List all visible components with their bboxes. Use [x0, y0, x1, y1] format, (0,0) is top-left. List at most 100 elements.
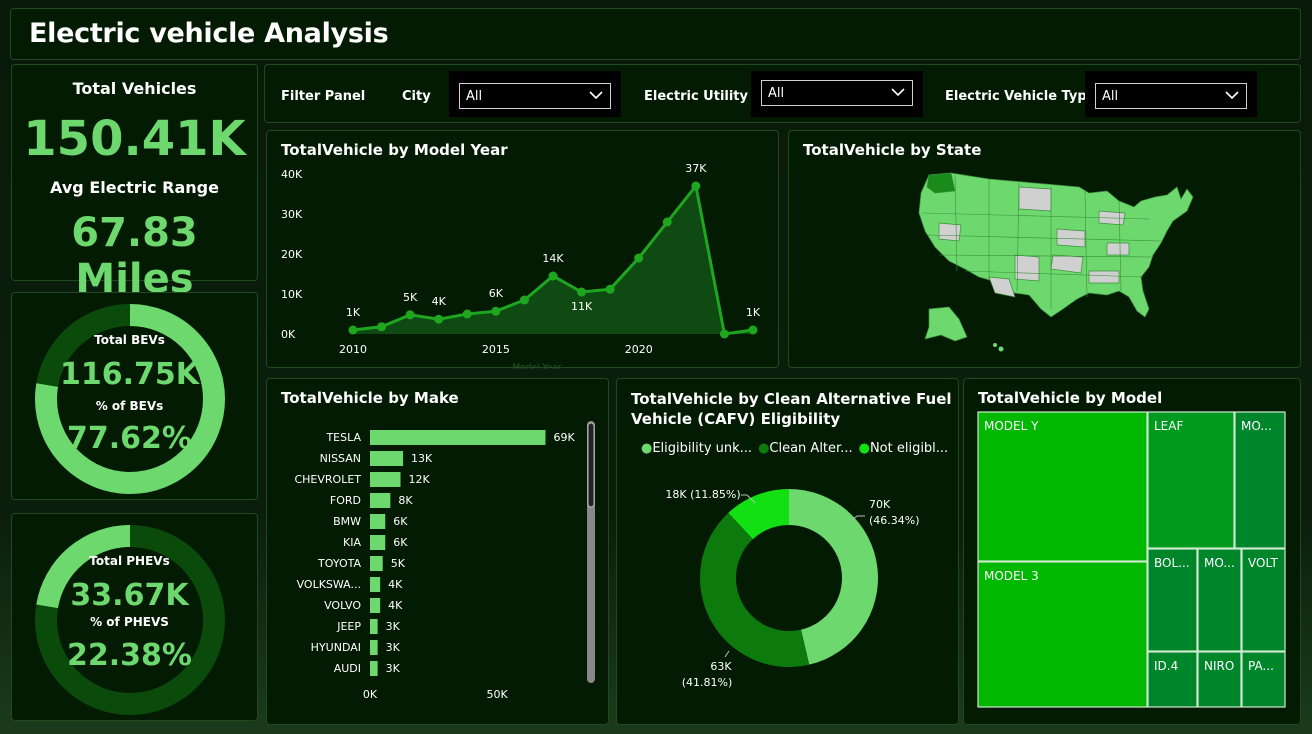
utility-dropdown-value: All: [768, 86, 785, 101]
bar: [370, 430, 546, 445]
x-axis-label: Model Year: [513, 363, 562, 369]
data-label: 5K: [391, 557, 406, 570]
cafv-donut-chart[interactable]: 70K (46.34%) 63K (41.81%) 18K (11.85%): [617, 379, 960, 726]
state-map-panel: TotalVehicle by State: [788, 130, 1301, 368]
city-filter-label: City: [402, 89, 431, 104]
model-treemap[interactable]: MODEL Y MODEL 3 LEAF MO... BOL... MO... VOLT ID…: [964, 379, 1302, 726]
treemap-label: ID.4: [1154, 659, 1178, 673]
data-point: [377, 322, 387, 332]
data-label: 4K: [432, 295, 447, 308]
treemap-label: BOL...: [1154, 556, 1190, 570]
bev-value: 116.75K: [59, 357, 199, 392]
bar: [370, 577, 381, 592]
treemap-label: VOLT: [1248, 556, 1278, 570]
data-label: 4K: [388, 599, 403, 612]
state-hawaii[interactable]: [993, 343, 997, 347]
utility-dropdown[interactable]: All: [761, 80, 913, 106]
city-dropdown[interactable]: All: [459, 83, 611, 109]
x-tick-label: 2015: [482, 343, 510, 356]
bar: [370, 535, 386, 550]
data-label: 3K: [386, 620, 401, 633]
category-label: BMW: [333, 515, 361, 528]
state-kentucky[interactable]: [1106, 242, 1130, 256]
treemap-cell: [977, 411, 1148, 562]
data-point: [491, 306, 501, 316]
data-label: 12K: [409, 473, 431, 486]
leader-line: [724, 650, 730, 658]
ev-type-dropdown[interactable]: All: [1095, 83, 1247, 109]
cafv-chart-panel: TotalVehicle by Clean Alternative Fuel V…: [616, 378, 959, 725]
bar: [370, 556, 383, 571]
data-label: 14K: [542, 252, 564, 265]
state-north-dakota[interactable]: [1018, 186, 1052, 212]
data-point: [605, 284, 615, 294]
chevron-down-icon: [891, 88, 905, 97]
data-label: 4K: [388, 578, 403, 591]
model-treemap-panel: TotalVehicle by Model MODEL Y MODEL 3 LEAF…: [963, 378, 1301, 725]
data-label: 70K: [869, 498, 891, 511]
x-tick-label: 0K: [363, 688, 378, 701]
data-label: 63K: [710, 660, 732, 673]
category-label: FORD: [330, 494, 361, 507]
y-tick-label: 20K: [281, 248, 303, 261]
data-label: 1K: [346, 306, 361, 319]
state-washington[interactable]: [926, 172, 956, 194]
data-point: [634, 253, 644, 263]
data-label: (46.34%): [869, 514, 920, 527]
chevron-down-icon: [1225, 91, 1239, 100]
data-label: 37K: [685, 162, 707, 175]
bev-pct-label: % of BEVs: [95, 399, 164, 413]
data-label: 18K (11.85%): [665, 488, 740, 501]
page-title: Electric vehicle Analysis: [29, 18, 389, 49]
state-arkansas[interactable]: [1088, 270, 1120, 284]
category-label: TOYOTA: [317, 557, 361, 570]
filter-panel-label: Filter Panel: [281, 89, 366, 104]
category-label: NISSAN: [320, 452, 361, 465]
data-point: [662, 217, 672, 227]
state-alaska[interactable]: [924, 306, 968, 342]
data-point: [548, 271, 558, 281]
data-label: 6K: [393, 515, 408, 528]
treemap-label: MODEL Y: [984, 419, 1039, 433]
total-vehicles-label: Total Vehicles: [72, 79, 197, 98]
data-label: 8K: [398, 494, 413, 507]
state-iowa[interactable]: [1056, 228, 1086, 248]
model-year-chart-panel: TotalVehicle by Model Year 0K 10K 20K 30K 40…: [266, 130, 780, 369]
y-tick-label: 30K: [281, 208, 303, 221]
bar: [370, 493, 391, 508]
bev-pct-value: 77.62%: [67, 421, 192, 456]
data-point: [577, 287, 587, 297]
category-label: JEEP: [336, 620, 361, 633]
state-new-mexico[interactable]: [1014, 254, 1040, 282]
bar: [370, 640, 378, 655]
kpi-bev-card: Total BEVs 116.75K % of BEVs 77.62%: [11, 292, 258, 500]
data-label: 69K: [553, 431, 575, 444]
scrollbar-thumb: [587, 422, 595, 508]
bar: [370, 472, 401, 487]
chevron-down-icon: [589, 91, 603, 100]
x-tick-label: 2010: [339, 343, 367, 356]
phev-label: Total PHEVs: [89, 554, 170, 568]
total-vehicles-value: 150.41K: [23, 111, 246, 167]
filter-panel: Filter Panel City All Electric Utility A…: [264, 64, 1301, 123]
make-bar-chart[interactable]: TESLA 69K NISSAN 13K CHEVROLET 12K FORD 8K BMW 6K…: [267, 379, 610, 726]
y-tick-label: 10K: [281, 288, 303, 301]
data-point: [519, 295, 529, 305]
utility-filter-label: Electric Utility: [644, 89, 748, 104]
data-label: 11K: [571, 300, 593, 313]
data-point: [748, 325, 758, 335]
treemap-label: PA...: [1248, 659, 1274, 673]
model-year-area-chart[interactable]: 0K 10K 20K 30K 40K 2010 2015 2020 Model Year 1K 5K…: [267, 131, 780, 369]
avg-range-value: 67.83 Miles: [71, 210, 198, 302]
data-point: [462, 309, 472, 319]
header-bar: Electric vehicle Analysis: [10, 8, 1301, 60]
data-label: 13K: [411, 452, 433, 465]
x-tick-label: 50K: [487, 688, 509, 701]
data-point: [348, 325, 358, 335]
category-label: HYUNDAI: [311, 641, 361, 654]
us-state-map[interactable]: [789, 131, 1302, 369]
ev-type-dropdown-value: All: [1102, 89, 1119, 104]
hawaii-island: [998, 346, 1004, 352]
state-nevada[interactable]: [938, 222, 962, 242]
city-dropdown-value: All: [466, 89, 483, 104]
